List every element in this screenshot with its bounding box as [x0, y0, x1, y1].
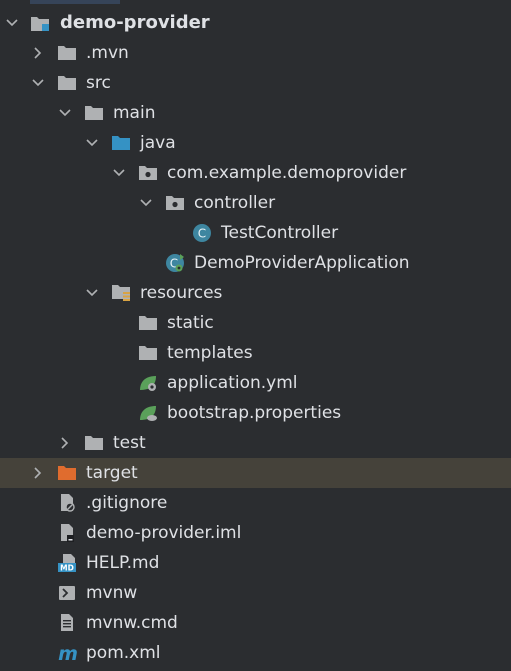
tree-node-label: .mvn: [86, 43, 129, 63]
spring-properties-icon: [138, 403, 158, 423]
tree-node-application-yml[interactable]: application.yml: [0, 368, 511, 398]
chevron-down-icon[interactable]: [84, 128, 100, 158]
tree-top-edge: [0, 0, 511, 6]
tree-node-label: TestController: [221, 223, 339, 243]
spring-boot-class-icon: C: [165, 253, 185, 273]
chevron-down-icon[interactable]: [57, 98, 73, 128]
tree-node-label: templates: [167, 343, 253, 363]
excluded-folder-icon: [57, 463, 77, 483]
tree-node-label: HELP.md: [86, 553, 160, 573]
chevron-down-icon[interactable]: [138, 188, 154, 218]
tree-node-pom-xml[interactable]: m pom.xml: [0, 638, 511, 668]
tree-node-mvn[interactable]: .mvn: [0, 38, 511, 68]
tree-node-label: demo-provider.iml: [86, 523, 242, 543]
package-icon: [165, 193, 185, 213]
tree-node-java[interactable]: java: [0, 128, 511, 158]
tree-node-label: application.yml: [167, 373, 298, 393]
spring-config-icon: [138, 373, 158, 393]
package-icon: [138, 163, 158, 183]
text-file-icon: [57, 613, 77, 633]
shell-script-icon: [57, 583, 77, 603]
tree-node-target[interactable]: target: [0, 458, 511, 488]
tree-node-static[interactable]: static: [0, 308, 511, 338]
tree-node-templates[interactable]: templates: [0, 338, 511, 368]
folder-icon: [138, 343, 158, 363]
tree-node-test[interactable]: test: [0, 428, 511, 458]
markdown-file-icon: MD: [57, 553, 77, 573]
tree-node-mvnw[interactable]: mvnw: [0, 578, 511, 608]
tree-node-mvnw-cmd[interactable]: mvnw.cmd: [0, 608, 511, 638]
chevron-down-icon[interactable]: [111, 158, 127, 188]
tree-node-label: pom.xml: [86, 643, 161, 663]
tree-node-iml[interactable]: demo-provider.iml: [0, 518, 511, 548]
module-folder-icon: [30, 13, 50, 33]
folder-icon: [57, 73, 77, 93]
tree-node-main[interactable]: main: [0, 98, 511, 128]
chevron-right-icon[interactable]: [57, 428, 73, 458]
project-tree: demo-provider .mvn src main java com.exa…: [0, 0, 511, 671]
iml-file-icon: [57, 523, 77, 543]
tree-node-label: com.example.demoprovider: [167, 163, 407, 183]
svg-text:MD: MD: [60, 564, 74, 573]
chevron-right-icon[interactable]: [30, 458, 46, 488]
chevron-down-icon[interactable]: [4, 8, 20, 38]
tree-node-label: .gitignore: [86, 493, 168, 513]
tree-node-label: bootstrap.properties: [167, 403, 342, 423]
chevron-down-icon[interactable]: [84, 278, 100, 308]
tree-node-demo-provider[interactable]: demo-provider: [0, 8, 511, 38]
tree-node-src[interactable]: src: [0, 68, 511, 98]
tree-node-label: controller: [194, 193, 276, 213]
maven-pom-icon: m: [57, 643, 77, 663]
folder-icon: [84, 433, 104, 453]
chevron-right-icon[interactable]: [30, 38, 46, 68]
tree-node-label: demo-provider: [60, 12, 210, 33]
tree-node-label: static: [167, 313, 214, 333]
tree-node-label: main: [113, 103, 156, 123]
tree-node-label: DemoProviderApplication: [194, 253, 410, 273]
tree-node-gitignore[interactable]: .gitignore: [0, 488, 511, 518]
folder-icon: [57, 43, 77, 63]
tree-node-testcontroller[interactable]: C TestController: [0, 218, 511, 248]
tree-node-demoproviderapplication[interactable]: C DemoProviderApplication: [0, 248, 511, 278]
tree-node-label: java: [140, 133, 176, 153]
tree-node-label: resources: [140, 283, 223, 303]
tree-node-resources[interactable]: resources: [0, 278, 511, 308]
tree-node-package-root[interactable]: com.example.demoprovider: [0, 158, 511, 188]
svg-text:C: C: [198, 227, 206, 241]
tree-node-bootstrap-properties[interactable]: bootstrap.properties: [0, 398, 511, 428]
folder-icon: [84, 103, 104, 123]
tree-node-label: target: [86, 463, 138, 483]
chevron-down-icon[interactable]: [30, 68, 46, 98]
ignored-file-icon: [57, 493, 77, 513]
tree-node-controller[interactable]: controller: [0, 188, 511, 218]
tree-node-label: mvnw: [86, 583, 138, 603]
source-folder-icon: [111, 133, 131, 153]
tree-node-label: src: [86, 73, 111, 93]
svg-text:m: m: [58, 643, 77, 663]
tree-node-help-md[interactable]: MD HELP.md: [0, 548, 511, 578]
class-icon: C: [192, 223, 212, 243]
tree-node-label: mvnw.cmd: [86, 613, 178, 633]
tree-node-label: test: [113, 433, 146, 453]
resources-folder-icon: [111, 283, 131, 303]
folder-icon: [138, 313, 158, 333]
